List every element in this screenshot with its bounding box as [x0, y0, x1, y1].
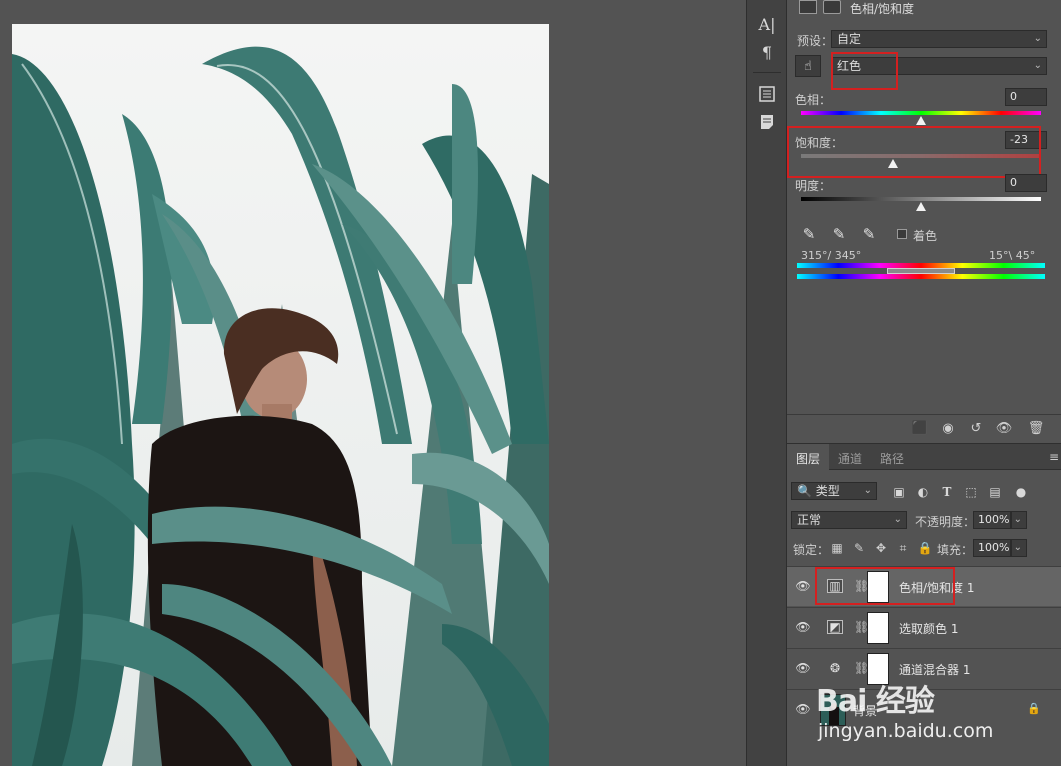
saturation-highlight-box [787, 126, 1041, 178]
opacity-label: 不透明度： [915, 515, 976, 529]
fill-label: 填充： [937, 543, 974, 557]
properties-header: 色相/饱和度 [787, 0, 1061, 18]
lightness-label: 明度： [795, 179, 832, 193]
lock-icon: 🔒 [1027, 702, 1041, 715]
document-canvas[interactable] [0, 0, 746, 766]
panel-menu-icon[interactable]: ≡ [1049, 450, 1059, 464]
preset-label: 预设： [797, 34, 834, 48]
character-icon[interactable]: A| [757, 14, 777, 34]
properties-footer: ⬛ ◉ ↺ 👁 🗑 [787, 414, 1061, 440]
filter-kind-value: 类型 [815, 484, 840, 498]
channel-mixer-icon: ❂ [829, 661, 841, 675]
photoshop-window: A| ¶ 色相/饱和度 预设： 自定 ⌄ ☝ 红色 ⌄ 色相： 0 饱和度： -… [0, 0, 1061, 766]
fill-dropdown[interactable]: ⌄ [1011, 539, 1027, 557]
adjustment-layer-icon[interactable] [799, 0, 817, 14]
tab-channels[interactable]: 通道 [829, 444, 871, 470]
notes-icon[interactable] [757, 112, 777, 132]
layer-mask-thumbnail[interactable] [867, 612, 889, 644]
range-right-label: 15°\ 45° [989, 249, 1036, 262]
mask-icon[interactable] [823, 0, 841, 14]
type-filter-icon[interactable]: T [939, 484, 955, 500]
blend-mode-dropdown[interactable]: 正常 ⌄ [791, 511, 907, 529]
smart-object-filter-icon[interactable]: ▤ [987, 484, 1003, 500]
panel-dock-strip: A| ¶ [746, 0, 787, 766]
lock-artboard-icon[interactable]: ⌗ [895, 540, 911, 556]
blend-mode-value: 正常 [797, 513, 822, 527]
watermark: Bai 经验 jingyan.baidu.com [816, 676, 1006, 742]
preset-value: 自定 [837, 32, 862, 46]
chevron-down-icon: ⌄ [893, 514, 902, 525]
pixel-filter-icon[interactable]: ▣ [891, 484, 907, 500]
chevron-down-icon: ⌄ [1033, 60, 1042, 71]
selective-color-icon: ◩ [827, 620, 843, 634]
chevron-down-icon: ⌄ [863, 485, 872, 496]
opacity-dropdown[interactable]: ⌄ [1011, 511, 1027, 529]
hue-slider-thumb[interactable] [916, 116, 926, 125]
visibility-eye-icon[interactable]: 👁 [795, 661, 811, 675]
lock-label: 锁定： [793, 543, 830, 557]
opacity-input[interactable]: 100% [973, 511, 1011, 529]
fill-input[interactable]: 100% [973, 539, 1011, 557]
lock-all-icon[interactable]: 🔒 [917, 540, 933, 556]
watermark-logo: Bai 经验 [816, 684, 935, 719]
view-previous-icon[interactable]: ◉ [939, 420, 957, 436]
shape-filter-icon[interactable]: ⬚ [963, 484, 979, 500]
strip-divider [753, 72, 781, 73]
properties-title: 色相/饱和度 [850, 2, 915, 16]
targeted-adjustment-tool-icon[interactable]: ☝ [795, 55, 821, 77]
hue-input[interactable]: 0 [1005, 88, 1047, 106]
hue-slider-track[interactable] [801, 111, 1041, 115]
range-left-label: 315°/ 345° [801, 249, 862, 262]
filter-toggle-icon[interactable]: ● [1013, 484, 1029, 500]
layer-highlight-box [815, 567, 955, 605]
channel-highlight-box [831, 52, 898, 90]
preset-dropdown[interactable]: 自定 ⌄ [831, 30, 1047, 48]
clip-to-layer-icon[interactable]: ⬛ [911, 420, 929, 436]
properties-icon[interactable] [757, 84, 777, 104]
chevron-down-icon: ⌄ [1033, 33, 1042, 44]
properties-panel: 色相/饱和度 预设： 自定 ⌄ ☝ 红色 ⌄ 色相： 0 饱和度： -23 明度… [787, 0, 1061, 440]
visibility-eye-icon[interactable]: 👁 [795, 579, 811, 593]
lock-transparent-icon[interactable]: ▦ [829, 540, 845, 556]
eyedropper-minus-icon[interactable]: ✎ [859, 225, 879, 243]
layer-row-selective-color[interactable]: 👁 ◩ ⛓ 选取颜色 1 [787, 607, 1061, 647]
trash-icon[interactable]: 🗑 [1027, 420, 1045, 436]
eyedropper-plus-icon[interactable]: ✎ [829, 225, 849, 243]
colorize-label: 着色 [913, 229, 938, 243]
lock-image-icon[interactable]: ✎ [851, 540, 867, 556]
lightness-slider-thumb[interactable] [916, 202, 926, 211]
visibility-eye-icon[interactable]: 👁 [795, 702, 811, 716]
lightness-slider-track[interactable] [801, 197, 1041, 201]
visibility-eye-icon[interactable]: 👁 [795, 620, 811, 634]
photo-image [12, 24, 549, 766]
eyedropper-icon[interactable]: ✎ [799, 225, 819, 243]
search-icon: 🔍 [797, 484, 812, 498]
hue-label: 色相： [795, 93, 832, 107]
watermark-url: jingyan.baidu.com [818, 720, 994, 742]
tab-layers[interactable]: 图层 [787, 444, 830, 470]
tab-paths[interactable]: 路径 [871, 444, 913, 470]
layer-tabs: 图层 通道 路径 ≡ [787, 444, 1061, 470]
lightness-input[interactable]: 0 [1005, 174, 1047, 192]
chevron-down-icon: ⌄ [1013, 514, 1022, 525]
color-range-bar-bottom [797, 274, 1045, 279]
chevron-down-icon: ⌄ [1013, 542, 1022, 553]
layer-name[interactable]: 选取颜色 1 [899, 620, 958, 637]
paragraph-icon[interactable]: ¶ [757, 42, 777, 62]
reset-icon[interactable]: ↺ [967, 420, 985, 436]
lock-position-icon[interactable]: ✥ [873, 540, 889, 556]
colorize-checkbox[interactable] [897, 229, 907, 239]
layer-filter-dropdown[interactable]: 🔍 类型 ⌄ [791, 482, 877, 500]
adjustment-filter-icon[interactable]: ◐ [915, 484, 931, 500]
visibility-eye-icon[interactable]: 👁 [995, 420, 1013, 436]
